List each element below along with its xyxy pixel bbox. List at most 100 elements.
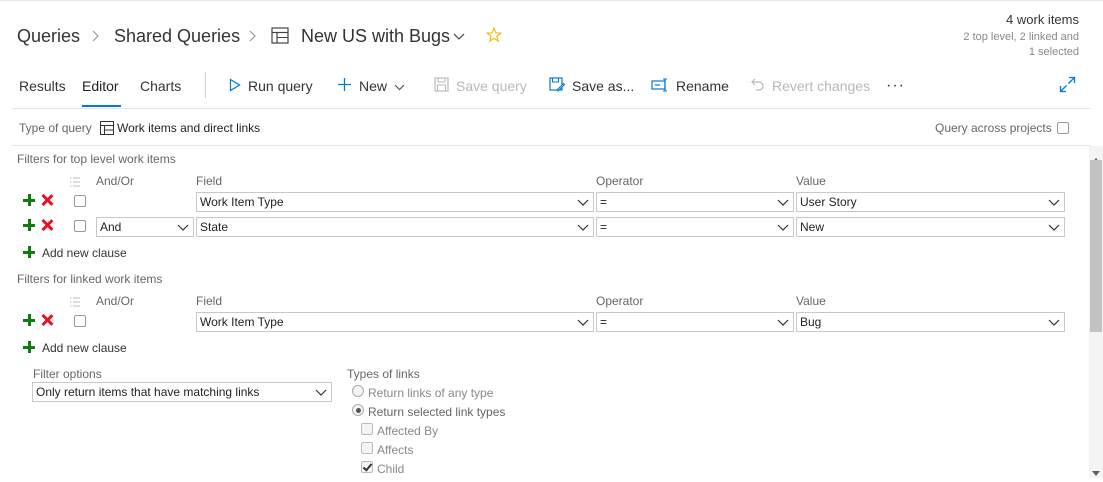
- save-disk-icon: [434, 77, 449, 95]
- save-query-label: Save query: [456, 78, 527, 94]
- link-any-type-radio[interactable]: [352, 385, 364, 397]
- undo-icon: [750, 77, 765, 95]
- active-tab-indicator: [82, 105, 121, 107]
- value-dropdown-value: Bug: [800, 315, 822, 329]
- chevron-down-icon: [577, 319, 589, 326]
- link-types-label: Types of links: [347, 367, 420, 381]
- scrollbar-thumb[interactable]: [1090, 160, 1102, 332]
- add-new-clause-link[interactable]: Add new clause: [42, 341, 127, 356]
- operator-header: Operator: [596, 294, 644, 308]
- operator-dropdown[interactable]: =: [596, 312, 794, 332]
- plus-icon: [337, 77, 352, 95]
- chevron-down-icon: [777, 319, 789, 326]
- filter-options-label: Filter options: [33, 367, 102, 381]
- work-item-detail-line2: 1 selected: [1028, 46, 1079, 58]
- tab-charts[interactable]: Charts: [140, 77, 181, 95]
- value-dropdown[interactable]: User Story: [796, 192, 1065, 212]
- insert-clause-icon[interactable]: [23, 219, 35, 231]
- value-dropdown[interactable]: Bug: [796, 312, 1065, 332]
- top-border: [0, 0, 1103, 1]
- more-actions-button[interactable]: ···: [886, 76, 905, 96]
- remove-clause-icon[interactable]: [41, 219, 53, 231]
- field-dropdown-value: Work Item Type: [200, 315, 284, 329]
- chevron-down-icon: [777, 224, 789, 231]
- insert-clause-icon[interactable]: [23, 314, 35, 326]
- breadcrumb-shared-queries[interactable]: Shared Queries: [114, 24, 240, 48]
- result-summary: 4 work items 2 top level, 2 linked and 1…: [929, 12, 1079, 60]
- chevron-down-icon: [394, 78, 405, 94]
- group-clauses-icon[interactable]: [69, 295, 81, 313]
- field-dropdown[interactable]: Work Item Type: [196, 192, 594, 212]
- add-new-clause-link[interactable]: Add new clause: [42, 246, 127, 261]
- add-clause-icon[interactable]: [23, 246, 35, 258]
- query-tree-icon: [271, 27, 289, 49]
- save-as-label: Save as...: [572, 78, 635, 94]
- clause-select-checkbox[interactable]: [74, 315, 86, 327]
- field-dropdown-value: Work Item Type: [200, 195, 284, 209]
- query-type-value[interactable]: Work items and direct links: [117, 121, 260, 136]
- filter-options-value: Only return items that have matching lin…: [36, 385, 260, 399]
- value-dropdown[interactable]: New: [796, 217, 1065, 237]
- tab-editor[interactable]: Editor: [82, 77, 119, 95]
- link-type-affects-label: Affects: [377, 443, 414, 457]
- value-dropdown-value: User Story: [800, 195, 857, 209]
- value-header: Value: [796, 294, 826, 308]
- linked-filters-label: Filters for linked work items: [17, 272, 163, 286]
- rename-icon: [651, 78, 669, 95]
- new-label: New: [359, 78, 388, 94]
- operator-header: Operator: [596, 174, 644, 188]
- chevron-down-icon[interactable]: [452, 30, 466, 48]
- rename-button[interactable]: Rename: [651, 76, 729, 96]
- chevron-down-icon: [777, 199, 789, 206]
- save-query-button[interactable]: Save query: [434, 76, 527, 96]
- remove-clause-icon[interactable]: [41, 314, 53, 326]
- revert-changes-button[interactable]: Revert changes: [750, 76, 870, 96]
- group-clauses-icon[interactable]: [69, 175, 81, 193]
- query-title[interactable]: New US with Bugs: [301, 24, 450, 48]
- more-actions-icon: ···: [886, 77, 905, 94]
- breadcrumb-separator-icon: [91, 24, 101, 56]
- expand-fullscreen-icon[interactable]: [1059, 76, 1076, 98]
- query-type-label: Type of query: [19, 121, 92, 135]
- link-type-affects-checkbox[interactable]: [361, 442, 373, 454]
- link-type-child-checkbox[interactable]: [361, 461, 373, 473]
- save-as-icon: [549, 77, 566, 95]
- insert-clause-icon[interactable]: [23, 194, 35, 206]
- run-query-button[interactable]: Run query: [229, 76, 313, 96]
- new-button[interactable]: New: [337, 76, 405, 96]
- tab-results[interactable]: Results: [19, 77, 66, 95]
- link-type-affected-by-checkbox[interactable]: [361, 423, 373, 435]
- chevron-down-icon: [177, 224, 189, 231]
- value-dropdown-value: New: [800, 220, 825, 234]
- link-any-type-label: Return links of any type: [368, 386, 494, 400]
- value-header: Value: [796, 174, 826, 188]
- rename-label: Rename: [676, 78, 729, 94]
- filter-options-dropdown[interactable]: Only return items that have matching lin…: [32, 382, 332, 402]
- field-dropdown[interactable]: Work Item Type: [196, 312, 594, 332]
- query-across-projects-label: Query across projects: [935, 121, 1052, 135]
- add-clause-icon[interactable]: [23, 341, 35, 353]
- remove-clause-icon[interactable]: [41, 194, 53, 206]
- toolbar-divider: [205, 72, 206, 98]
- field-dropdown[interactable]: State: [196, 217, 594, 237]
- query-across-projects-checkbox[interactable]: [1057, 122, 1069, 134]
- andor-dropdown-value: And: [100, 220, 122, 234]
- scroll-down-arrow-icon[interactable]: [1092, 464, 1100, 482]
- favorite-star-icon[interactable]: [485, 26, 503, 48]
- tree-grid-icon: [100, 121, 114, 140]
- clause-select-checkbox[interactable]: [74, 195, 86, 207]
- chevron-down-icon: [1048, 224, 1060, 231]
- field-dropdown-value: State: [200, 220, 229, 234]
- chevron-down-icon: [1048, 199, 1060, 206]
- chevron-down-icon: [577, 199, 589, 206]
- work-item-count: 4 work items: [1006, 12, 1079, 27]
- andor-dropdown[interactable]: And: [96, 217, 194, 237]
- link-selected-types-radio[interactable]: [352, 404, 364, 416]
- save-as-button[interactable]: Save as...: [549, 76, 634, 96]
- clause-select-checkbox[interactable]: [74, 220, 86, 232]
- link-type-affected-by-label: Affected By: [377, 424, 439, 438]
- operator-dropdown[interactable]: =: [596, 192, 794, 212]
- chevron-down-icon: [315, 389, 327, 396]
- operator-dropdown[interactable]: =: [596, 217, 794, 237]
- breadcrumb-queries[interactable]: Queries: [17, 24, 80, 48]
